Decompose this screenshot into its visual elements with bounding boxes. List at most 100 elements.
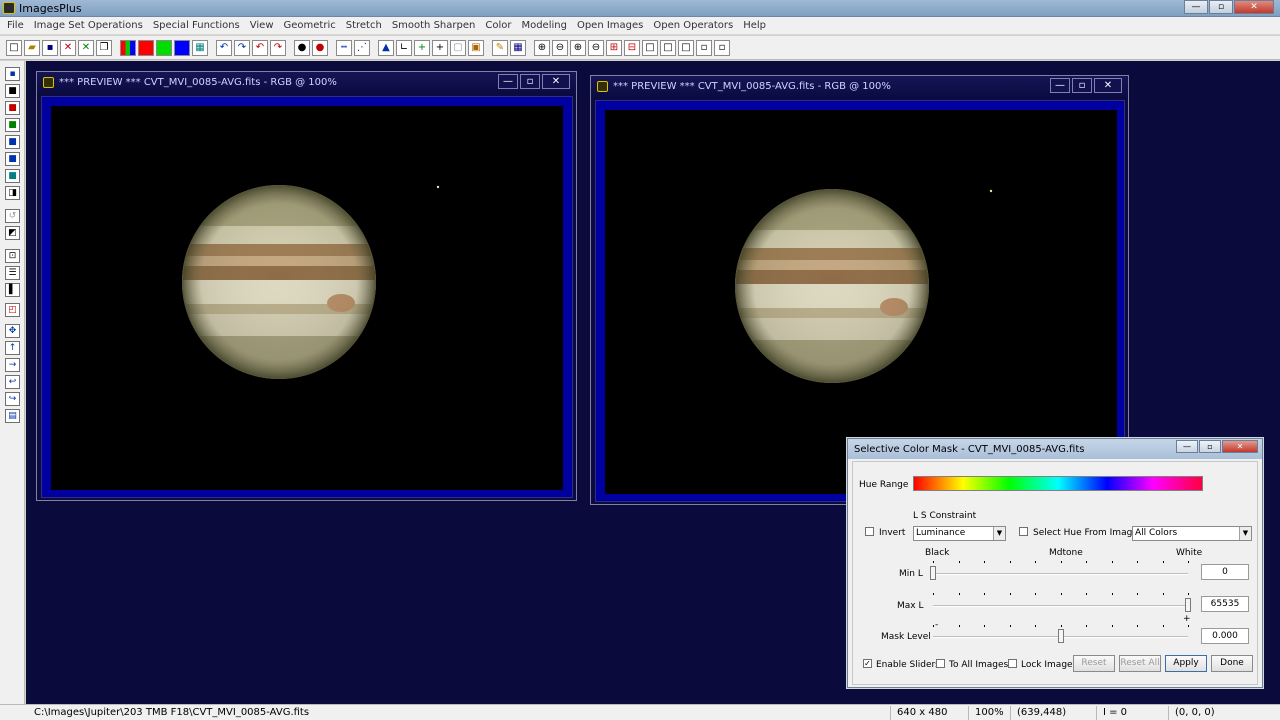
lock-image-checkbox[interactable] — [1008, 659, 1017, 668]
preview-window-1[interactable]: *** PREVIEW *** CVT_MVI_0085-AVG.fits - … — [36, 71, 577, 501]
pixel-grid-icon[interactable]: ▦ — [510, 39, 526, 56]
done-button[interactable]: Done — [1211, 655, 1253, 672]
undo-all-icon[interactable]: ↶ — [252, 39, 268, 56]
max-l-value[interactable]: 65535 — [1201, 596, 1249, 612]
arrow-up-icon[interactable]: ↑ — [5, 341, 20, 355]
layer-icon[interactable]: ◨ — [5, 186, 20, 200]
mask-level-value[interactable]: 0.000 — [1201, 628, 1249, 644]
minimize-icon[interactable]: — — [1184, 0, 1208, 14]
rotate-left-icon[interactable]: ↩ — [5, 375, 20, 389]
min-l-slider-track[interactable] — [933, 573, 1188, 575]
subtract-icon[interactable]: ⊟ — [624, 39, 640, 56]
close-all-icon[interactable]: ✕ — [78, 39, 94, 56]
zoom-in-icon[interactable]: ⊕ — [534, 39, 550, 56]
dialog-title-bar[interactable]: Selective Color Mask - CVT_MVI_0085-AVG.… — [848, 439, 1262, 459]
menu-open-operators[interactable]: Open Operators — [648, 20, 738, 31]
close-icon[interactable]: ✕ — [1234, 0, 1274, 14]
menu-smooth-sharpen[interactable]: Smooth Sharpen — [387, 20, 481, 31]
new-file-icon[interactable]: □ — [6, 39, 22, 56]
menu-file[interactable]: File — [2, 20, 29, 31]
green-channel-icon[interactable] — [156, 39, 172, 56]
hue-range-bar[interactable] — [913, 476, 1203, 491]
open-folder-icon[interactable]: ▰ — [24, 39, 40, 56]
frame-3-icon[interactable]: □ — [678, 39, 694, 56]
record-icon[interactable]: ● — [294, 39, 310, 56]
grid-icon[interactable]: ▦ — [192, 39, 208, 56]
blue-channel-icon[interactable] — [174, 39, 190, 56]
redo-all-icon[interactable]: ↷ — [270, 39, 286, 56]
copy-icon[interactable]: ❐ — [96, 39, 112, 56]
gradient-icon[interactable]: ◩ — [5, 226, 20, 240]
camera-icon[interactable]: ▣ — [468, 39, 484, 56]
close-icon[interactable]: ✕ — [1222, 440, 1258, 453]
histogram-icon[interactable]: ▲ — [378, 39, 394, 56]
enable-sliders-checkbox[interactable]: ✓ — [863, 659, 872, 668]
black-point-icon[interactable]: ■ — [5, 84, 20, 98]
menu-stretch[interactable]: Stretch — [341, 20, 387, 31]
save-small-icon[interactable]: ▪ — [5, 67, 20, 81]
menu-view[interactable]: View — [245, 20, 279, 31]
to-all-images-checkbox[interactable] — [936, 659, 945, 668]
frame-2-icon[interactable]: □ — [660, 39, 676, 56]
apply-button[interactable]: Apply — [1165, 655, 1207, 672]
region-icon[interactable]: ◰ — [5, 303, 20, 317]
undo-icon[interactable]: ↶ — [216, 39, 232, 56]
preview-title-bar[interactable]: *** PREVIEW *** CVT_MVI_0085-AVG.fits - … — [591, 76, 1128, 98]
mask-level-slider-thumb[interactable] — [1057, 629, 1064, 643]
frame-1-icon[interactable]: □ — [642, 39, 658, 56]
preview-title-bar[interactable]: *** PREVIEW *** CVT_MVI_0085-AVG.fits - … — [37, 72, 576, 94]
zoom-actual-icon[interactable]: ⊖ — [588, 39, 604, 56]
reset-all-button[interactable]: Reset All — [1119, 655, 1161, 672]
close-icon[interactable]: ✕ — [1094, 78, 1122, 93]
line-profile-icon[interactable]: ┅ — [336, 39, 352, 56]
pencil-icon[interactable]: ✎ — [492, 39, 508, 56]
green-mask-icon[interactable]: ■ — [5, 118, 20, 132]
add-icon[interactable]: ⊞ — [606, 39, 622, 56]
save-icon[interactable]: ▪ — [42, 39, 58, 56]
invert-checkbox[interactable] — [865, 527, 874, 536]
menu-color[interactable]: Color — [480, 20, 516, 31]
move-icon[interactable]: ✥ — [5, 324, 20, 338]
black-bar-icon[interactable]: ▌ — [5, 283, 20, 297]
refresh-icon[interactable]: ↺ — [5, 209, 20, 223]
minimize-icon[interactable]: — — [1176, 440, 1198, 453]
ls-constraint-select[interactable]: Luminance ▼ — [913, 526, 1006, 541]
reset-button[interactable]: Reset — [1073, 655, 1115, 672]
blue-fill-icon[interactable]: ■ — [5, 152, 20, 166]
frame-4-icon[interactable]: ▫ — [696, 39, 712, 56]
crosshair-icon[interactable]: + — [432, 39, 448, 56]
arrow-right-icon[interactable]: → — [5, 358, 20, 372]
red-mask-icon[interactable]: ■ — [5, 101, 20, 115]
menu-geometric[interactable]: Geometric — [279, 20, 341, 31]
point-icon[interactable]: ⋰ — [354, 39, 370, 56]
redo-icon[interactable]: ↷ — [234, 39, 250, 56]
stop-record-icon[interactable]: ● — [312, 39, 328, 56]
blue-mask-icon[interactable]: ■ — [5, 135, 20, 149]
menu-special-functions[interactable]: Special Functions — [148, 20, 245, 31]
preview-image[interactable] — [605, 110, 1117, 494]
axis-icon[interactable]: ∟ — [396, 39, 412, 56]
preview-image[interactable] — [51, 106, 563, 490]
red-channel-icon[interactable] — [138, 39, 154, 56]
rgb-channels-icon[interactable] — [120, 39, 136, 56]
zoom-fit-icon[interactable]: ⊕ — [570, 39, 586, 56]
menu-help[interactable]: Help — [738, 20, 771, 31]
menu-modeling[interactable]: Modeling — [516, 20, 572, 31]
close-image-icon[interactable]: ✕ — [60, 39, 76, 56]
crosshair-add-icon[interactable]: + — [414, 39, 430, 56]
min-l-value[interactable]: 0 — [1201, 564, 1249, 580]
maximize-icon[interactable]: ▫ — [1209, 0, 1233, 14]
rotate-right-icon[interactable]: ↪ — [5, 392, 20, 406]
close-icon[interactable]: ✕ — [542, 74, 570, 89]
minimize-icon[interactable]: — — [498, 74, 518, 89]
min-l-slider-thumb[interactable] — [930, 566, 936, 580]
maximize-icon[interactable]: ▫ — [520, 74, 540, 89]
minimize-icon[interactable]: — — [1050, 78, 1070, 93]
info-icon[interactable]: ▤ — [5, 409, 20, 423]
maximize-icon[interactable]: ▫ — [1199, 440, 1221, 453]
frame-5-icon[interactable]: ▫ — [714, 39, 730, 56]
teal-fill-icon[interactable]: ■ — [5, 169, 20, 183]
max-l-slider-track[interactable] — [933, 605, 1188, 607]
colors-select[interactable]: All Colors ▼ — [1132, 526, 1252, 541]
max-l-slider-thumb[interactable] — [1185, 598, 1191, 612]
